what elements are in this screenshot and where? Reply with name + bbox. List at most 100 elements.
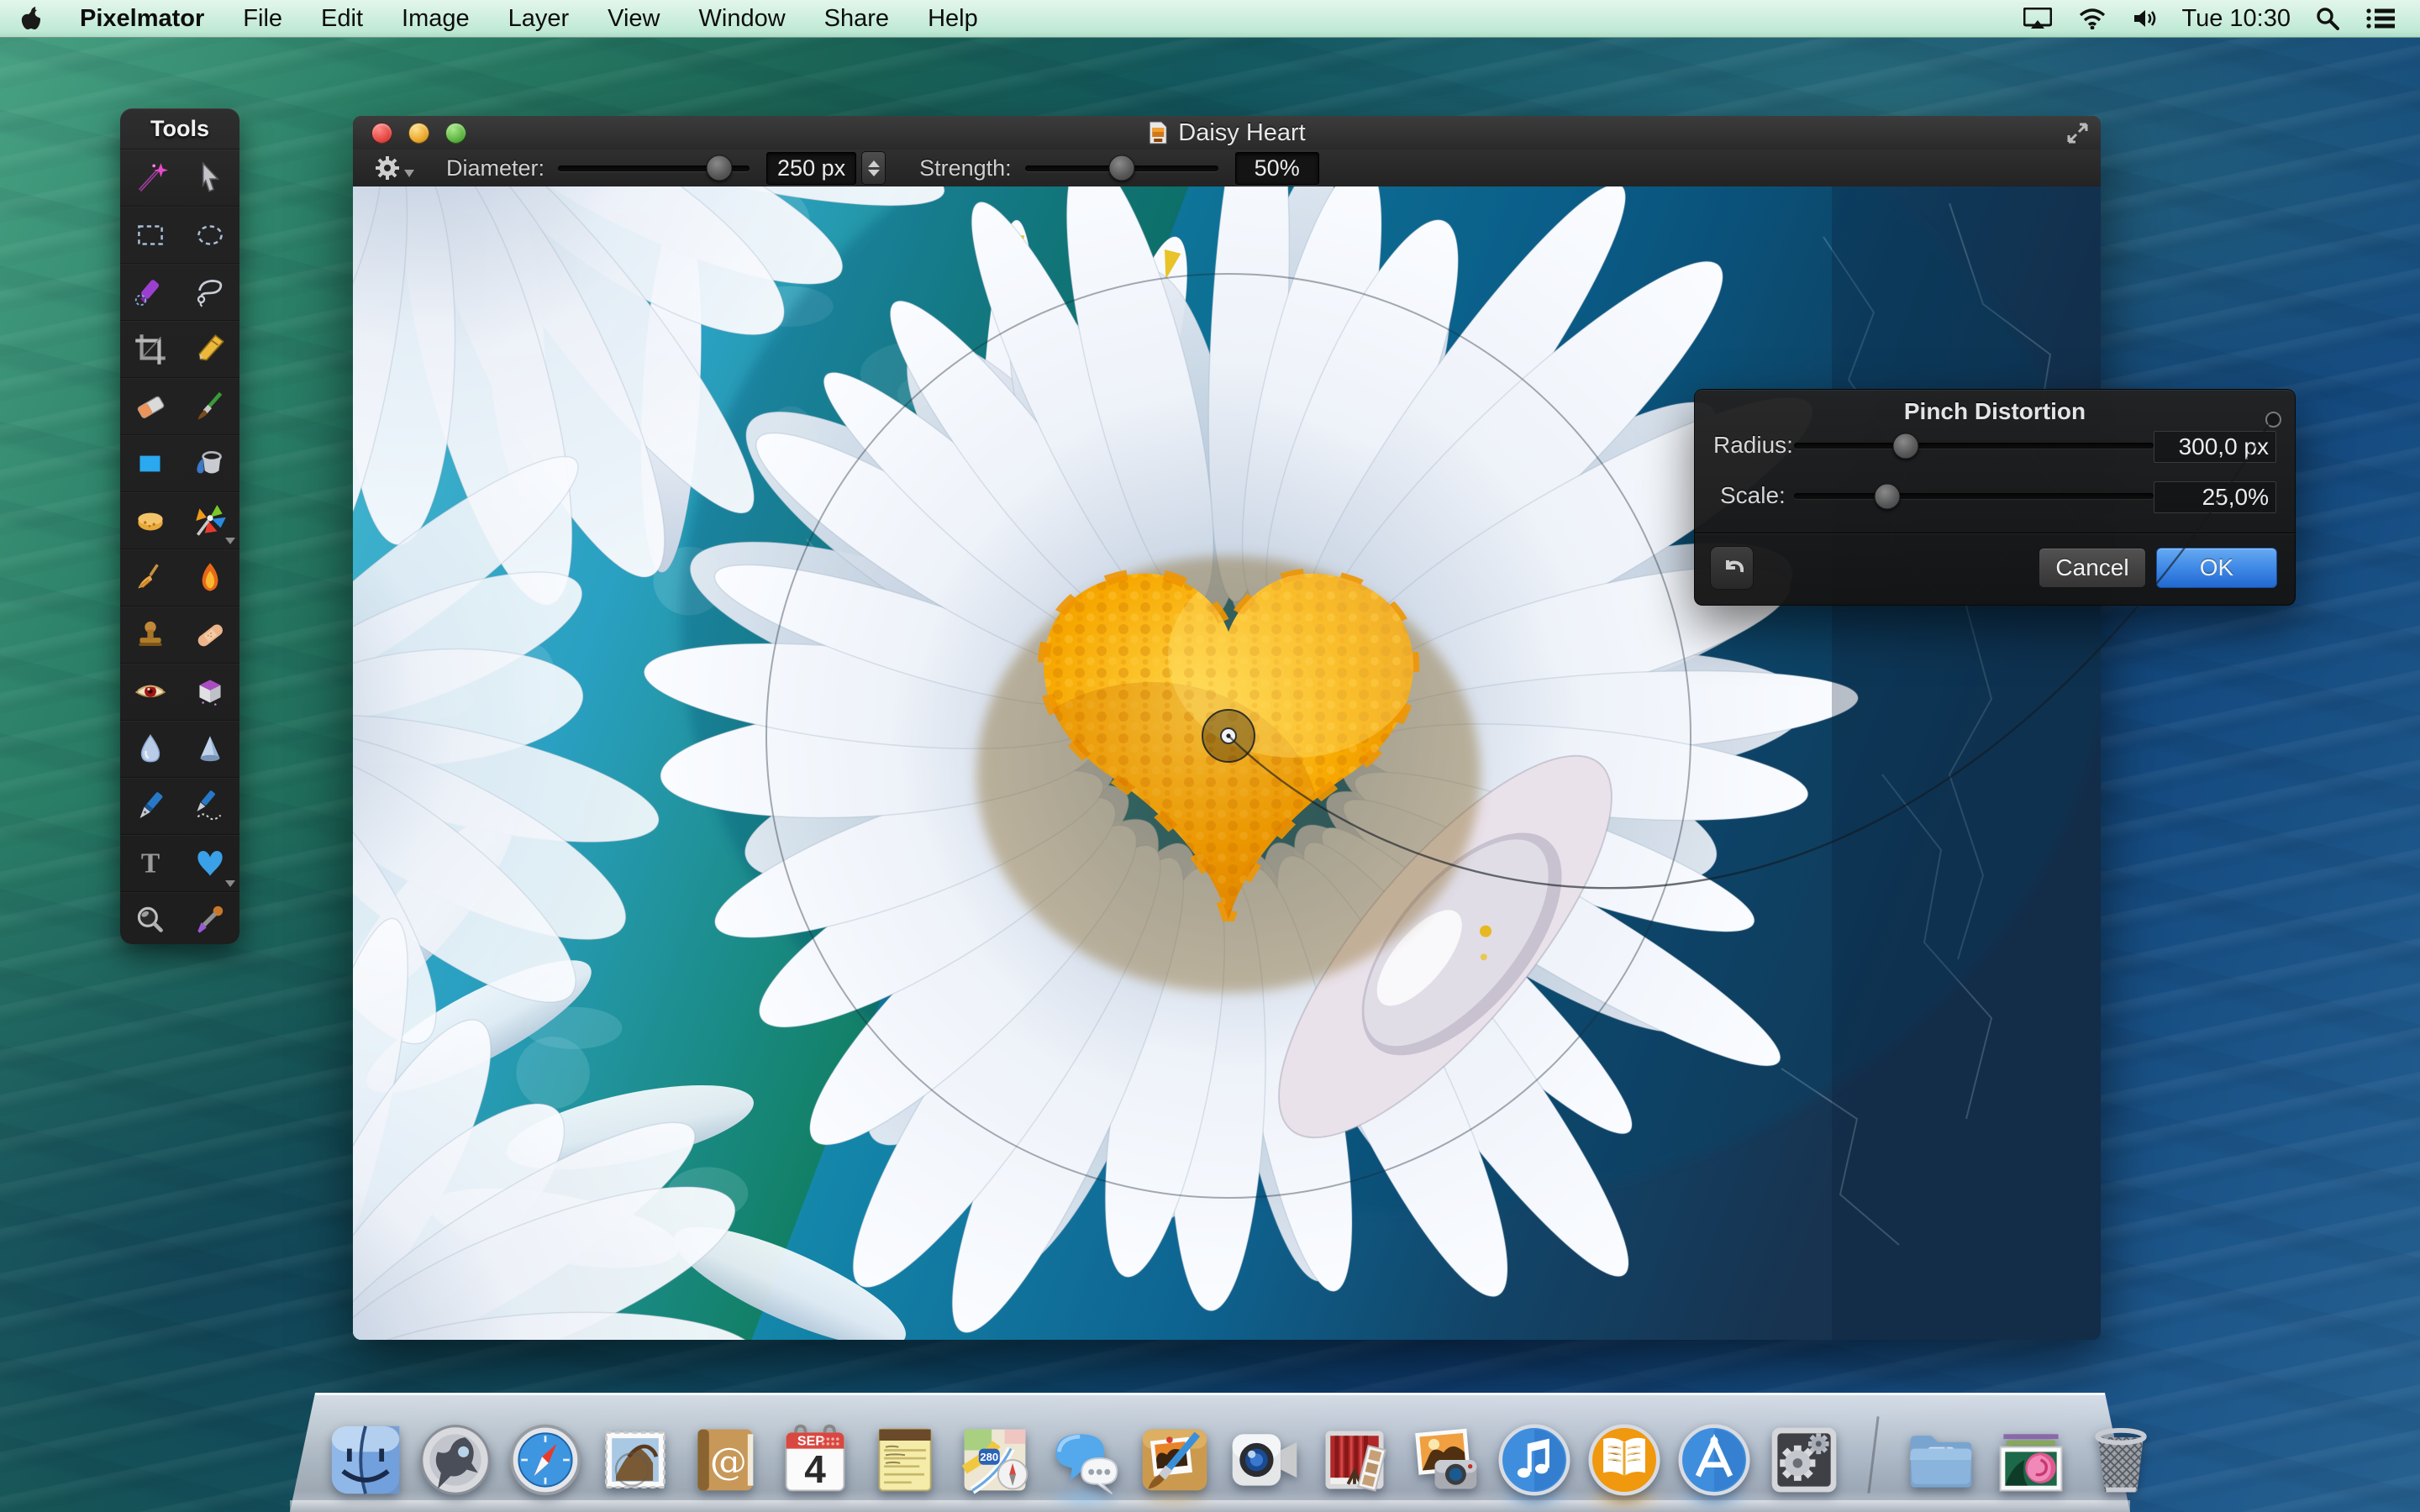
tool-quick-select[interactable] xyxy=(120,263,180,320)
window-title-bar[interactable]: Daisy Heart xyxy=(353,116,2101,150)
strength-slider-thumb[interactable] xyxy=(1108,155,1134,181)
tool-sponge[interactable] xyxy=(120,491,180,549)
dock-calendar[interactable]: SEP4 xyxy=(770,1411,860,1499)
dock-ibooks[interactable] xyxy=(1579,1411,1669,1499)
iphoto-icon xyxy=(1406,1421,1483,1499)
menu-file[interactable]: File xyxy=(224,0,302,37)
red-eye-icon xyxy=(131,673,170,711)
volume-icon[interactable] xyxy=(2119,0,2170,37)
tool-zoom[interactable] xyxy=(120,891,180,948)
gear-icon xyxy=(373,154,402,182)
strength-value[interactable]: 50% xyxy=(1235,152,1319,185)
tool-dodge[interactable] xyxy=(120,549,180,606)
dock-trash[interactable] xyxy=(2075,1411,2165,1499)
type-icon: T xyxy=(131,844,170,883)
menu-app-name[interactable]: Pixelmator xyxy=(60,0,224,37)
tool-lasso[interactable] xyxy=(180,263,239,320)
tool-magic-wand[interactable] xyxy=(120,149,180,206)
dock-app-store[interactable] xyxy=(1669,1411,1759,1499)
zoom-window-button[interactable] xyxy=(445,123,466,144)
dock-safari[interactable] xyxy=(500,1411,590,1499)
tool-shape-rect[interactable] xyxy=(120,434,180,491)
strength-slider[interactable] xyxy=(1025,165,1218,171)
radius-slider[interactable] xyxy=(1794,443,2154,449)
apple-menu[interactable] xyxy=(0,0,60,37)
dock-photo-booth[interactable] xyxy=(1309,1411,1399,1499)
lasso-icon xyxy=(191,273,229,312)
tool-red-eye[interactable] xyxy=(120,663,180,720)
fullscreen-icon[interactable] xyxy=(2066,122,2089,149)
close-button[interactable] xyxy=(371,123,392,144)
dock-system-preferences[interactable] xyxy=(1759,1411,1849,1499)
tool-freeform-pen[interactable] xyxy=(180,777,239,834)
tool-type[interactable]: T xyxy=(120,834,180,891)
tool-eraser[interactable] xyxy=(120,377,180,434)
menu-window[interactable]: Window xyxy=(680,0,805,37)
dock-documents-folder[interactable] xyxy=(1896,1411,1986,1499)
airplay-icon[interactable] xyxy=(2010,0,2065,37)
wifi-icon[interactable] xyxy=(2065,0,2119,37)
tool-rect-marquee[interactable] xyxy=(120,206,180,263)
tool-fill-bucket[interactable] xyxy=(180,434,239,491)
diameter-slider-thumb[interactable] xyxy=(706,155,732,181)
tool-eyedropper[interactable] xyxy=(180,891,239,948)
sharpen-cone-icon xyxy=(191,730,229,769)
gear-menu-button[interactable] xyxy=(373,154,414,182)
cancel-button[interactable]: Cancel xyxy=(2039,548,2146,588)
tool-clone-stamp[interactable] xyxy=(120,606,180,663)
dock-finder[interactable] xyxy=(320,1411,410,1499)
tool-move[interactable] xyxy=(180,149,239,206)
diameter-slider[interactable] xyxy=(558,165,750,171)
scale-slider-thumb[interactable] xyxy=(1875,483,1901,509)
diameter-value[interactable]: 250 px xyxy=(766,152,856,185)
dock-contacts[interactable]: @ xyxy=(680,1411,770,1499)
dock-mail[interactable] xyxy=(590,1411,680,1499)
ok-button[interactable]: OK xyxy=(2156,548,2277,588)
tool-pen[interactable] xyxy=(120,777,180,834)
dock-maps[interactable]: 280 xyxy=(950,1411,1039,1499)
menu-bar: Pixelmator File Edit Image Layer View Wi… xyxy=(0,0,2420,38)
rope-knob[interactable] xyxy=(2265,412,2281,428)
tool-ellipse-marquee[interactable] xyxy=(180,206,239,263)
spotlight-icon[interactable] xyxy=(2302,0,2353,37)
radius-value[interactable]: 300,0 px xyxy=(2154,431,2276,463)
contacts-icon: @ xyxy=(687,1421,764,1499)
scale-value[interactable]: 25,0% xyxy=(2154,481,2276,513)
menu-image[interactable]: Image xyxy=(382,0,489,37)
clone-stamp-icon xyxy=(131,616,170,654)
dock-facetime[interactable] xyxy=(1219,1411,1309,1499)
diameter-stepper[interactable] xyxy=(861,151,886,185)
dock-itunes[interactable] xyxy=(1489,1411,1579,1499)
menu-help[interactable]: Help xyxy=(908,0,997,37)
safari-icon xyxy=(507,1421,584,1499)
quick-select-icon xyxy=(131,273,170,312)
minimize-button[interactable] xyxy=(408,123,429,144)
dodge-icon xyxy=(131,559,170,597)
undo-button[interactable] xyxy=(1710,546,1754,590)
menu-edit[interactable]: Edit xyxy=(302,0,382,37)
dock-photo-editor[interactable] xyxy=(1129,1411,1219,1499)
dock-notes[interactable] xyxy=(860,1411,950,1499)
canvas-image[interactable] xyxy=(353,186,2101,1340)
dock-photos-stack[interactable] xyxy=(1986,1411,2075,1499)
menu-layer[interactable]: Layer xyxy=(489,0,589,37)
tool-crop[interactable] xyxy=(120,320,180,377)
tool-sharpen-cone[interactable] xyxy=(180,720,239,777)
notification-center-icon[interactable] xyxy=(2353,0,2408,37)
dock-iphoto[interactable] xyxy=(1399,1411,1489,1499)
tool-slice[interactable] xyxy=(180,320,239,377)
dock-messages[interactable] xyxy=(1039,1411,1129,1499)
tool-burn[interactable] xyxy=(180,549,239,606)
tool-sharpen-block[interactable] xyxy=(180,663,239,720)
tool-heal[interactable] xyxy=(180,606,239,663)
radius-slider-thumb[interactable] xyxy=(1892,433,1918,459)
dock-launchpad[interactable] xyxy=(410,1411,500,1499)
menu-share[interactable]: Share xyxy=(805,0,908,37)
tool-shape-heart[interactable] xyxy=(180,834,239,891)
tool-effects-pinwheel[interactable] xyxy=(180,491,239,549)
scale-slider[interactable] xyxy=(1794,493,2154,499)
tool-blur-drop[interactable] xyxy=(120,720,180,777)
menu-clock[interactable]: Tue 10:30 xyxy=(2170,5,2302,33)
tool-brush[interactable] xyxy=(180,377,239,434)
menu-view[interactable]: View xyxy=(588,0,679,37)
